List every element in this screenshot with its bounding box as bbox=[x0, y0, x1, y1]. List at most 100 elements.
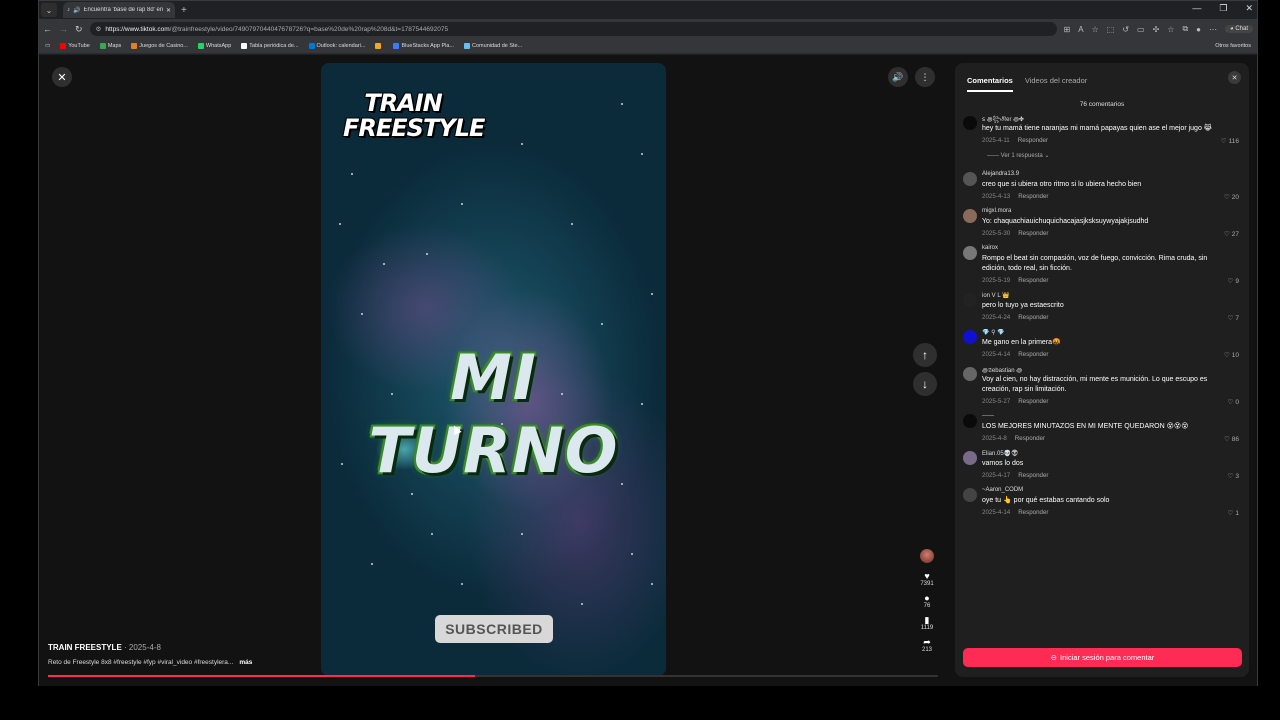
commenter-username[interactable]: ion V L 👑 bbox=[982, 292, 1245, 301]
commenter-avatar[interactable] bbox=[963, 172, 977, 186]
comment-list[interactable]: ꜱ ꩜꧂𝔑er ꩜✤ hey tu mamá tiene naranjas mi … bbox=[963, 115, 1245, 524]
bookmark-item[interactable] bbox=[375, 43, 383, 49]
reply-button[interactable]: Responder bbox=[1018, 472, 1048, 479]
view-replies-toggle[interactable]: —— Ver 1 respuesta ⌄ bbox=[987, 152, 1245, 159]
copilot-chat-button[interactable]: ◕ Chat bbox=[1225, 25, 1253, 33]
url-field[interactable]: ⚙ https://www.tiktok.com/@trainfreestyle… bbox=[89, 22, 1057, 36]
maximize-button[interactable]: ❐ bbox=[1219, 3, 1227, 14]
commenter-avatar[interactable] bbox=[963, 246, 977, 260]
read-aloud-icon[interactable]: A bbox=[1078, 25, 1083, 34]
subscribed-button[interactable]: SUBSCRIBED bbox=[435, 615, 553, 643]
reply-button[interactable]: Responder bbox=[1018, 137, 1048, 144]
commenter-username[interactable]: Alejandra13.9 bbox=[982, 171, 1245, 180]
comment-like-button[interactable]: ♡ 86 bbox=[1224, 435, 1239, 443]
volume-button[interactable]: 🔊 bbox=[888, 67, 908, 87]
more-link[interactable]: más bbox=[239, 659, 252, 666]
commenter-avatar[interactable] bbox=[963, 293, 977, 307]
commenter-avatar[interactable] bbox=[963, 451, 977, 465]
comment-like-button[interactable]: ♡ 9 bbox=[1228, 277, 1239, 285]
bookmark-item[interactable]: Comunidad de Ste... bbox=[464, 43, 522, 49]
comment-date: 2025-4-14 bbox=[982, 509, 1011, 516]
reply-button[interactable]: Responder bbox=[1018, 193, 1048, 200]
active-tab[interactable]: ♪ 🔊 Encuentra 'base de rap 8d' en ✕ bbox=[63, 2, 175, 18]
previous-video-button[interactable]: ↑ bbox=[913, 343, 937, 367]
comment-like-button[interactable]: ♡ 10 bbox=[1224, 351, 1239, 359]
commenter-avatar[interactable] bbox=[963, 367, 977, 381]
comment-action[interactable]: ● 76 bbox=[924, 593, 931, 609]
comment-like-button[interactable]: ♡ 1 bbox=[1228, 509, 1239, 517]
comment-like-button[interactable]: ♡ 27 bbox=[1224, 230, 1239, 238]
commenter-username[interactable]: ~Aaron_CODM bbox=[982, 487, 1245, 496]
favorite-star-icon[interactable]: ☆ bbox=[1092, 25, 1099, 34]
extensions-puzzle-icon[interactable]: ✣ bbox=[1153, 25, 1160, 34]
video-player[interactable]: TRAIN FREESTYLE MI TURNO SUBSCRIBED bbox=[321, 63, 666, 676]
reload-icon[interactable]: ↻ bbox=[75, 24, 83, 35]
close-video-button[interactable]: ✕ bbox=[52, 67, 72, 87]
reply-button[interactable]: Responder bbox=[1018, 314, 1048, 321]
comment-like-button[interactable]: ♡ 3 bbox=[1228, 472, 1239, 480]
reply-button[interactable]: Responder bbox=[1018, 230, 1048, 237]
commenter-avatar[interactable] bbox=[963, 116, 977, 130]
back-icon[interactable]: ← bbox=[43, 24, 52, 34]
more-menu-icon[interactable]: ⋯ bbox=[1209, 25, 1217, 34]
comment-like-button[interactable]: ♡ 0 bbox=[1228, 398, 1239, 406]
refresh-ext-icon[interactable]: ↺ bbox=[1122, 25, 1129, 34]
bookmark-item[interactable]: BlueStacks App Pla... bbox=[393, 43, 454, 49]
tab-creator-videos[interactable]: Videos del creador bbox=[1025, 76, 1087, 92]
share-action[interactable]: ➦ 213 bbox=[922, 637, 932, 653]
creator-avatar[interactable] bbox=[920, 549, 934, 563]
panel-close-button[interactable]: ✕ bbox=[1228, 71, 1241, 84]
split-screen-icon[interactable]: ▭ bbox=[1137, 25, 1145, 34]
reply-button[interactable]: Responder bbox=[1015, 435, 1045, 442]
site-info-icon[interactable]: ⚙ bbox=[96, 25, 102, 33]
commenter-avatar[interactable] bbox=[963, 414, 977, 428]
tab-comments[interactable]: Comentarios bbox=[967, 76, 1013, 92]
commenter-username[interactable]: 💎 ⚲ 💎 bbox=[982, 329, 1245, 338]
commenter-username[interactable]: kairox bbox=[982, 245, 1245, 254]
reply-button[interactable]: Responder bbox=[1018, 509, 1048, 516]
login-to-comment-button[interactable]: ⊖ Iniciar sesión para comentar bbox=[963, 648, 1242, 667]
heart-icon: ♥ bbox=[924, 571, 930, 581]
like-action[interactable]: ♥ 7391 bbox=[920, 571, 933, 587]
tab-search-button[interactable]: ⌄ bbox=[41, 3, 57, 17]
tab-close-icon[interactable]: ✕ bbox=[166, 7, 171, 14]
bookmark-item[interactable]: WhatsApp bbox=[197, 43, 231, 49]
comment-like-button[interactable]: ♡ 7 bbox=[1228, 314, 1239, 322]
bookmark-apps-icon[interactable]: ▭ bbox=[45, 43, 50, 49]
commenter-avatar[interactable] bbox=[963, 488, 977, 502]
commenter-username[interactable]: ꜱ ꩜꧂𝔑er ꩜✤ bbox=[982, 115, 1245, 124]
minimize-button[interactable]: — bbox=[1192, 3, 1201, 14]
extension-icon[interactable]: ⬚ bbox=[1107, 25, 1115, 34]
new-tab-button[interactable]: + bbox=[181, 5, 187, 16]
comment-like-count: 0 bbox=[1235, 399, 1239, 406]
commenter-avatar[interactable] bbox=[963, 330, 977, 344]
favorites-icon[interactable]: ☆ bbox=[1167, 25, 1174, 34]
video-progress-bar[interactable] bbox=[48, 675, 938, 677]
commenter-username[interactable]: ꩜𝔖ebastian ꩜ bbox=[982, 366, 1245, 375]
collections-icon[interactable]: ⧉ bbox=[1182, 24, 1188, 34]
commenter-username[interactable]: ------ bbox=[982, 413, 1245, 422]
forward-icon[interactable]: → bbox=[59, 24, 68, 34]
saves-count: 1119 bbox=[920, 625, 934, 631]
bookmark-item[interactable]: Tabla periódica de... bbox=[241, 43, 299, 49]
bookmark-item[interactable]: Juegos de Casino... bbox=[131, 43, 188, 49]
next-video-button[interactable]: ↓ bbox=[913, 372, 937, 396]
commenter-username[interactable]: Elian.05💀👽 bbox=[982, 450, 1245, 459]
commenter-avatar[interactable] bbox=[963, 209, 977, 223]
other-favorites[interactable]: Otros favoritos bbox=[1215, 43, 1251, 49]
comment-like-button[interactable]: ♡ 116 bbox=[1221, 137, 1239, 145]
bookmark-item[interactable]: Maps bbox=[99, 43, 121, 49]
profile-avatar[interactable]: ● bbox=[1196, 25, 1201, 34]
reply-button[interactable]: Responder bbox=[1018, 398, 1048, 405]
more-options-button[interactable]: ⋮ bbox=[915, 67, 935, 87]
commenter-username[interactable]: migxl.mora bbox=[982, 208, 1245, 217]
reply-button[interactable]: Responder bbox=[1018, 277, 1048, 284]
reply-button[interactable]: Responder bbox=[1018, 351, 1048, 358]
author-name[interactable]: TRAIN FREESTYLE bbox=[48, 643, 122, 652]
window-close-button[interactable]: ✕ bbox=[1245, 3, 1253, 14]
save-action[interactable]: ▮ 1119 bbox=[921, 615, 933, 631]
comment-like-button[interactable]: ♡ 20 bbox=[1224, 193, 1239, 201]
translate-icon[interactable]: ⊞ bbox=[1064, 25, 1071, 34]
bookmark-item[interactable]: Outlook: calendari... bbox=[308, 43, 365, 49]
bookmark-item[interactable]: YouTube bbox=[60, 43, 90, 49]
